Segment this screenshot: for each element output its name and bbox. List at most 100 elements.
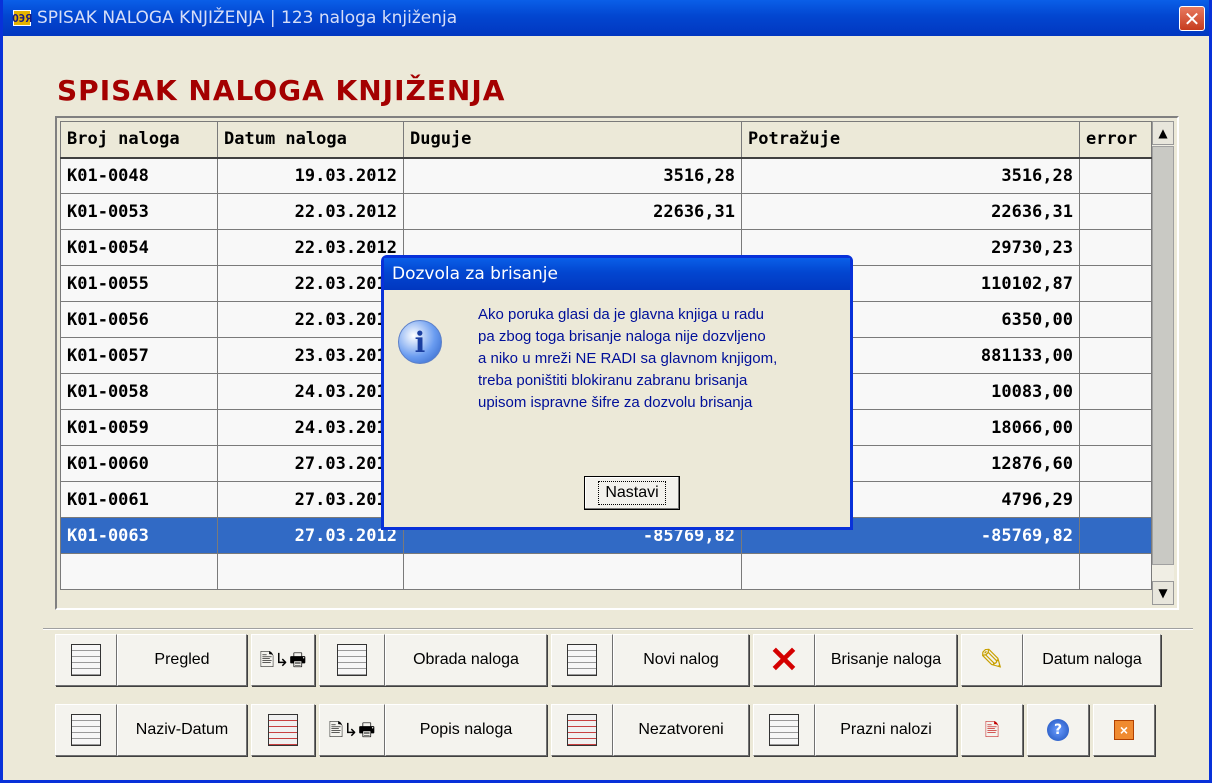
prazni-nalozi-button[interactable]: Prazni nalozi <box>815 704 957 756</box>
datum-naloga-button[interactable]: Datum naloga <box>1023 634 1161 686</box>
popis-naloga-button[interactable]: Popis naloga <box>385 704 547 756</box>
error-cell[interactable] <box>1079 373 1152 410</box>
empty-cell[interactable] <box>741 553 1080 590</box>
search-red-icon-button[interactable] <box>251 704 315 756</box>
pregled-button[interactable]: Pregled <box>117 634 247 686</box>
edit-sheet-icon <box>337 644 367 676</box>
nastavi-label: Nastavi <box>598 481 666 505</box>
broj-naloga-cell[interactable]: K01-0048 <box>60 157 218 194</box>
error-cell[interactable] <box>1079 193 1152 230</box>
column-header-datum[interactable]: Datum naloga <box>217 121 404 159</box>
delete-x-icon: ✕ <box>768 639 800 680</box>
error-cell[interactable] <box>1079 445 1152 482</box>
table-row[interactable]: K01-0053 22.03.2012 22636,31 22636,31 <box>60 193 1152 230</box>
obrada-naloga-button[interactable]: Obrada naloga <box>385 634 547 686</box>
search-red-sheet-icon <box>268 714 298 746</box>
datum-naloga-cell[interactable]: 24.03.2012 <box>217 373 404 410</box>
datum-naloga-cell[interactable]: 22.03.2012 <box>217 193 404 230</box>
datum-naloga-cell[interactable]: 22.03.2012 <box>217 301 404 338</box>
unclosed-sheet-icon <box>567 714 597 746</box>
table-row-empty[interactable] <box>60 553 1152 590</box>
naziv-datum-button[interactable]: Naziv-Datum <box>117 704 247 756</box>
broj-naloga-cell[interactable]: K01-0058 <box>60 373 218 410</box>
datum-icon-button[interactable]: ✎ <box>961 634 1023 686</box>
broj-naloga-cell[interactable]: K01-0056 <box>60 301 218 338</box>
page-title: SPISAK NALOGA KNJIŽENJA <box>57 74 506 107</box>
prazni-icon-button[interactable] <box>753 704 815 756</box>
broj-naloga-cell[interactable]: K01-0054 <box>60 229 218 266</box>
export-document-icon: 🖹 <box>984 720 1000 740</box>
datum-naloga-cell[interactable]: 22.03.2012 <box>217 229 404 266</box>
nastavi-button[interactable]: Nastavi <box>584 476 680 510</box>
vertical-scrollbar[interactable]: ▲ ▼ <box>1152 121 1174 605</box>
column-header-potrazuje[interactable]: Potražuje <box>741 121 1080 159</box>
novi-nalog-button[interactable]: Novi nalog <box>613 634 749 686</box>
help-button[interactable]: ? <box>1027 704 1089 756</box>
datum-naloga-cell[interactable]: 22.03.2012 <box>217 265 404 302</box>
title-bar[interactable]: ОЭЯ SPISAK NALOGA KNJIŽENJA | 123 naloga… <box>3 0 1209 36</box>
scroll-thumb[interactable] <box>1152 146 1174 565</box>
error-cell[interactable] <box>1079 517 1152 554</box>
column-header-duguje[interactable]: Duguje <box>403 121 742 159</box>
print-list-icon-button[interactable]: 🖹↳🖶 <box>319 704 385 756</box>
table-header-row: Broj naloga Datum naloga Duguje Potražuj… <box>60 121 1152 159</box>
error-cell[interactable] <box>1079 157 1152 194</box>
duguje-cell[interactable]: 22636,31 <box>403 193 742 230</box>
error-cell[interactable] <box>1079 409 1152 446</box>
dialog-title[interactable]: Dozvola za brisanje <box>384 258 850 290</box>
obrada-icon-button[interactable] <box>319 634 385 686</box>
help-icon: ? <box>1047 719 1069 741</box>
potrazuje-cell[interactable]: 22636,31 <box>741 193 1080 230</box>
delete-permission-dialog: Dozvola za brisanje i Ako poruka glasi d… <box>381 255 853 530</box>
error-cell[interactable] <box>1079 229 1152 266</box>
novi-nalog-icon-button[interactable] <box>551 634 613 686</box>
broj-naloga-cell[interactable]: K01-0057 <box>60 337 218 374</box>
datum-naloga-cell[interactable]: 23.03.2012 <box>217 337 404 374</box>
empty-cell[interactable] <box>1079 553 1152 590</box>
datum-naloga-cell[interactable]: 27.03.2012 <box>217 445 404 482</box>
brisanje-naloga-button[interactable]: Brisanje naloga <box>815 634 957 686</box>
broj-naloga-cell[interactable]: K01-0055 <box>60 265 218 302</box>
toolbar-divider <box>43 628 1193 630</box>
print-list-icon: 🖹↳🖶 <box>328 720 376 740</box>
print-preview-button[interactable]: 🖹↳🖶 <box>251 634 315 686</box>
print-document-icon: 🖹↳🖶 <box>259 650 307 670</box>
error-cell[interactable] <box>1079 301 1152 338</box>
empty-cell[interactable] <box>403 553 742 590</box>
export-icon-button[interactable]: 🖹 <box>961 704 1023 756</box>
pregled-icon-button[interactable] <box>55 634 117 686</box>
broj-naloga-cell[interactable]: K01-0053 <box>60 193 218 230</box>
empty-cell[interactable] <box>217 553 404 590</box>
brisanje-icon-button[interactable]: ✕ <box>753 634 815 686</box>
error-cell[interactable] <box>1079 265 1152 302</box>
nezatvoreni-icon-button[interactable] <box>551 704 613 756</box>
nezatvoreni-button[interactable]: Nezatvoreni <box>613 704 749 756</box>
scroll-up-icon[interactable]: ▲ <box>1152 121 1174 145</box>
naziv-icon-button[interactable] <box>55 704 117 756</box>
search-sheet-icon <box>71 714 101 746</box>
datum-naloga-cell[interactable]: 27.03.2012 <box>217 517 404 554</box>
pencil-icon: ✎ <box>979 643 1005 677</box>
window-title: SPISAK NALOGA KNJIŽENJA | 123 naloga knj… <box>37 8 458 28</box>
datum-naloga-cell[interactable]: 24.03.2012 <box>217 409 404 446</box>
exit-button[interactable]: × <box>1093 704 1155 756</box>
column-header-broj[interactable]: Broj naloga <box>60 121 218 159</box>
scroll-down-icon[interactable]: ▼ <box>1152 581 1174 605</box>
broj-naloga-cell[interactable]: K01-0059 <box>60 409 218 446</box>
empty-cell[interactable] <box>60 553 218 590</box>
close-window-button[interactable]: ✕ <box>1179 6 1205 31</box>
info-icon: i <box>398 320 442 364</box>
potrazuje-cell[interactable]: 3516,28 <box>741 157 1080 194</box>
duguje-cell[interactable]: 3516,28 <box>403 157 742 194</box>
broj-naloga-cell[interactable]: K01-0061 <box>60 481 218 518</box>
error-cell[interactable] <box>1079 337 1152 374</box>
dialog-line: Ako poruka glasi da je glavna knjiga u r… <box>478 306 765 323</box>
datum-naloga-cell[interactable]: 27.03.2012 <box>217 481 404 518</box>
error-cell[interactable] <box>1079 481 1152 518</box>
broj-naloga-cell[interactable]: K01-0060 <box>60 445 218 482</box>
column-header-error[interactable]: error <box>1079 121 1152 159</box>
dialog-line: treba poništiti blokiranu zabranu brisan… <box>478 372 748 389</box>
datum-naloga-cell[interactable]: 19.03.2012 <box>217 157 404 194</box>
broj-naloga-cell[interactable]: K01-0063 <box>60 517 218 554</box>
table-row[interactable]: K01-0048 19.03.2012 3516,28 3516,28 <box>60 157 1152 194</box>
